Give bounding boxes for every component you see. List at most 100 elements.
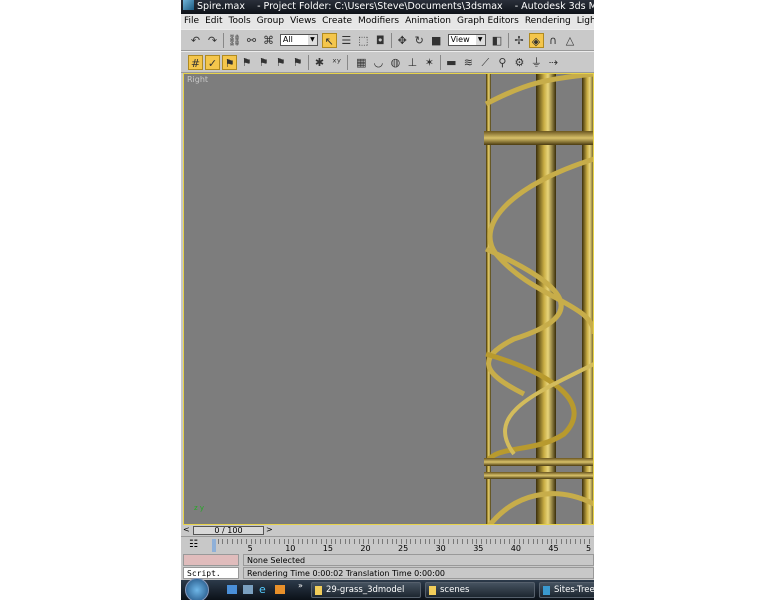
- switch-windows-icon[interactable]: [243, 585, 253, 594]
- menu-graph-editors[interactable]: Graph Editors: [457, 16, 519, 26]
- trackbar-tick: [222, 539, 224, 544]
- move-icon[interactable]: ✥: [395, 33, 410, 48]
- menu-rendering[interactable]: Rendering: [525, 16, 571, 26]
- maxscript-input[interactable]: Script.: [183, 567, 239, 579]
- undo-icon[interactable]: ↶: [188, 33, 203, 48]
- trackbar-tick: [354, 539, 355, 544]
- grid-icon[interactable]: #: [188, 55, 203, 70]
- trackbar[interactable]: ☷ 0 5 10 15 20 25 30 35 40 45 5: [181, 536, 594, 554]
- xy-icon[interactable]: ˣʸ: [329, 55, 344, 70]
- angle-snap-icon[interactable]: △: [563, 33, 578, 48]
- app-icon: [183, 0, 194, 10]
- menu-lighting[interactable]: Lighting An: [577, 16, 594, 26]
- menu-animation[interactable]: Animation: [405, 16, 451, 26]
- trackbar-tick: [523, 539, 525, 544]
- trackbar-tick: [391, 539, 393, 544]
- maxscript-listener-box[interactable]: [183, 554, 239, 566]
- menu-create[interactable]: Create: [322, 16, 352, 26]
- render-icon[interactable]: ⇢: [546, 55, 561, 70]
- trackbar-tick: [264, 539, 266, 544]
- internet-explorer-icon[interactable]: e: [259, 584, 269, 595]
- reference-coordinate-dropdown[interactable]: View ▼: [447, 34, 486, 46]
- snaps-toggle-icon[interactable]: ∩: [546, 33, 561, 48]
- task-29-grass[interactable]: 29-grass_3dmodel: [311, 582, 421, 598]
- bind-space-warp-icon[interactable]: ⌘: [261, 33, 276, 48]
- mesh-tool-icon[interactable]: ⚑: [273, 55, 288, 70]
- time-slider-thumb[interactable]: 0 / 100: [193, 526, 264, 535]
- time-slider[interactable]: < 0 / 100 >: [181, 525, 594, 536]
- trackbar-tick: [457, 539, 459, 544]
- layers-icon[interactable]: ≋: [461, 55, 476, 70]
- status-bar: Script. None Selected Rendering Time 0:0…: [181, 554, 594, 580]
- trackbar-tick: [410, 539, 412, 544]
- select-by-name-icon[interactable]: ☰: [339, 33, 354, 48]
- selection-filter-dropdown[interactable]: All ▼: [279, 34, 318, 46]
- selection-status: None Selected: [243, 554, 594, 566]
- mesh-tool-icon[interactable]: ⚑: [256, 55, 271, 70]
- select-object-icon[interactable]: ↖: [321, 33, 337, 48]
- viewport-right[interactable]: Right z y: [183, 73, 594, 525]
- render-time-status: Rendering Time 0:00:02 Translation Time …: [243, 567, 594, 579]
- menu-group[interactable]: Group: [257, 16, 284, 26]
- task-scenes[interactable]: scenes: [425, 582, 535, 598]
- trackbar-tick: [542, 539, 543, 544]
- material-icon[interactable]: ▬: [444, 55, 459, 70]
- cup-icon[interactable]: ◡: [371, 55, 386, 70]
- trackbar-tick: [217, 539, 219, 544]
- menu-views[interactable]: Views: [290, 16, 316, 26]
- sphere-icon[interactable]: ◍: [388, 55, 403, 70]
- window-crossing-icon[interactable]: ◘: [373, 33, 388, 48]
- trackbar-label: 30: [435, 544, 446, 553]
- mesh-tool-icon[interactable]: ✓: [205, 55, 220, 70]
- anchor-icon[interactable]: ⊥: [405, 55, 420, 70]
- unlink-icon[interactable]: ⚯: [244, 33, 259, 48]
- trackbar-tick: [302, 539, 304, 544]
- start-button[interactable]: [185, 578, 209, 600]
- next-frame-button[interactable]: >: [266, 525, 273, 534]
- trackbar-tick: [429, 539, 431, 544]
- trackbar-tick: [231, 539, 233, 544]
- trackbar-tick: [260, 539, 261, 544]
- curve-editor-icon[interactable]: ☷: [189, 539, 198, 550]
- trackbar-tick: [466, 539, 468, 544]
- trackbar-label: 40: [510, 544, 521, 553]
- wrench-icon[interactable]: ⟋: [478, 55, 493, 70]
- trackbar-tick: [495, 539, 496, 544]
- trackbar-tick: [448, 539, 449, 544]
- trackbar-tick: [570, 539, 572, 544]
- rectangle-selection-icon[interactable]: ⬚: [356, 33, 371, 48]
- trackbar-tick: [349, 539, 351, 544]
- prev-frame-button[interactable]: <: [183, 525, 190, 534]
- trackbar-tick: [419, 539, 421, 544]
- trackbar-tick: [255, 539, 257, 544]
- rotate-icon[interactable]: ↻: [412, 33, 427, 48]
- blocks-icon[interactable]: ▦: [354, 55, 369, 70]
- mesh-tool-icon[interactable]: ⚑: [239, 55, 254, 70]
- trackbar-tick: [241, 539, 243, 544]
- menu-tools[interactable]: Tools: [229, 16, 251, 26]
- mesh-tool-icon[interactable]: ⚑: [290, 55, 305, 70]
- media-player-icon[interactable]: [275, 585, 285, 594]
- trackbar-tick: [382, 539, 384, 544]
- show-desktop-icon[interactable]: [227, 585, 237, 594]
- menu-edit[interactable]: Edit: [205, 16, 222, 26]
- trackbar-tick: [485, 539, 487, 544]
- gear-icon[interactable]: ⚙: [512, 55, 527, 70]
- more-quicklaunch-button[interactable]: »: [298, 581, 303, 590]
- task-sites-tree[interactable]: Sites-Tree: [539, 582, 594, 598]
- link-icon[interactable]: ⛓: [227, 33, 242, 48]
- pivot-icon[interactable]: ◧: [490, 33, 505, 48]
- redo-icon[interactable]: ↷: [205, 33, 220, 48]
- menu-file[interactable]: File: [184, 16, 199, 26]
- menu-modifiers[interactable]: Modifiers: [358, 16, 399, 26]
- trackbar-label: 5: [586, 544, 592, 553]
- keyboard-shortcut-override-icon[interactable]: ◈: [528, 33, 544, 48]
- manipulate-icon[interactable]: ✢: [512, 33, 527, 48]
- figure-icon[interactable]: ✶: [422, 55, 437, 70]
- magnet-icon[interactable]: ✱: [312, 55, 327, 70]
- trackbar-tick: [372, 539, 374, 544]
- mesh-tool-icon[interactable]: ⚑: [222, 55, 237, 70]
- teapot-icon[interactable]: ⏚: [529, 55, 544, 70]
- scale-icon[interactable]: ■: [429, 33, 444, 48]
- search-icon[interactable]: ⚲: [495, 55, 510, 70]
